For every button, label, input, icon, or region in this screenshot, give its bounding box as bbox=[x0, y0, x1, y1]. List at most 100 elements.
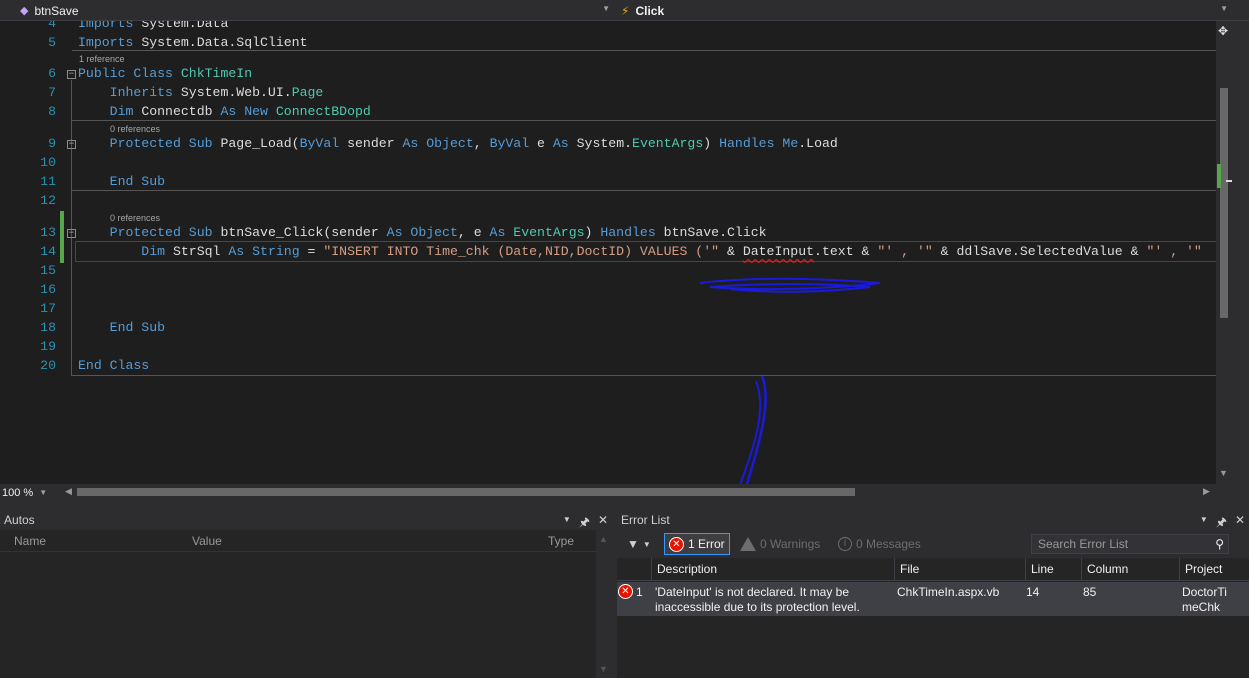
event-dropdown[interactable]: ⚡ Click ▼ bbox=[617, 1, 1232, 20]
line-number: 5 bbox=[48, 35, 56, 50]
code-token: Page bbox=[291, 85, 324, 100]
code-text: Public Class ChkTimeIn bbox=[78, 64, 252, 83]
code-token: As bbox=[386, 225, 403, 240]
zoom-dropdown[interactable]: 100 % ▼ bbox=[2, 485, 47, 500]
code-line[interactable]: 6 Public Class ChkTimeIn bbox=[0, 64, 1216, 83]
col-file[interactable]: File bbox=[894, 558, 1025, 581]
code-line[interactable]: 13 Protected Sub btnSave_Click(sender As… bbox=[0, 223, 1216, 242]
split-window-icon[interactable]: ✥ bbox=[1218, 24, 1228, 38]
error-column: 85 bbox=[1083, 585, 1097, 599]
line-number: 8 bbox=[48, 104, 56, 119]
code-line[interactable]: 18 End Sub bbox=[0, 318, 1216, 337]
error-icon: ✕ bbox=[669, 536, 684, 552]
method-separator bbox=[72, 120, 1216, 121]
code-line[interactable]: 10 bbox=[0, 153, 1216, 172]
error-row[interactable]: ✕ 1 'DateInput' is not declared. It may … bbox=[617, 582, 1249, 616]
scroll-down-arrow-icon[interactable]: ▼ bbox=[599, 664, 608, 674]
collapse-btnsave-icon[interactable]: − bbox=[67, 229, 76, 238]
code-line[interactable]: 20 End Class bbox=[0, 356, 1216, 375]
line-number: 14 bbox=[40, 244, 56, 259]
warnings-toggle-label: 0 Warnings bbox=[760, 537, 821, 551]
collapse-page-load-icon[interactable]: − bbox=[67, 140, 76, 149]
messages-toggle-button[interactable]: i 0 Messages bbox=[834, 533, 925, 555]
error-project: DoctorTi meChk bbox=[1182, 585, 1227, 615]
code-token: String bbox=[252, 244, 300, 259]
code-token: Imports bbox=[78, 21, 134, 31]
vertical-scrollbar[interactable]: ▼ bbox=[1216, 21, 1232, 484]
col-project[interactable]: Project bbox=[1179, 558, 1249, 581]
line-number: 4 bbox=[48, 21, 56, 31]
col-description[interactable]: Description bbox=[651, 558, 894, 581]
horizontal-scroll-thumb[interactable] bbox=[77, 488, 855, 496]
autos-col-value[interactable]: Value bbox=[186, 530, 222, 552]
autos-col-name[interactable]: Name bbox=[8, 530, 46, 552]
code-token: Me bbox=[782, 136, 799, 151]
code-line[interactable]: 16 bbox=[0, 280, 1216, 299]
code-token: e bbox=[529, 136, 553, 151]
error-project-line-2: meChk bbox=[1182, 600, 1221, 614]
scroll-position-marker bbox=[1226, 180, 1232, 182]
code-line[interactable]: 12 bbox=[0, 191, 1216, 210]
code-token: End Sub bbox=[78, 320, 166, 335]
vertical-scroll-thumb[interactable] bbox=[1220, 88, 1228, 318]
error-description-line-2: inaccessible due to its protection level… bbox=[655, 600, 860, 614]
member-dropdown[interactable]: ◆ btnSave ▼ bbox=[0, 1, 614, 20]
code-token: .Load bbox=[798, 136, 838, 151]
code-token: EventArgs bbox=[513, 225, 585, 240]
autos-vertical-scrollbar[interactable]: ▲ ▼ bbox=[596, 530, 612, 678]
filter-button[interactable]: ▼ ▼ bbox=[623, 533, 655, 555]
code-token: System.Data.SqlClient bbox=[133, 35, 308, 50]
editor-status-row: 100 % ▼ ◀ ▶ bbox=[0, 484, 1232, 501]
change-marker bbox=[1217, 164, 1221, 188]
code-token: End Class bbox=[78, 358, 150, 373]
scroll-left-arrow-icon[interactable]: ◀ bbox=[65, 486, 72, 497]
code-line[interactable]: 9 Protected Sub Page_Load(ByVal sender A… bbox=[0, 134, 1216, 153]
error-description-line-1: 'DateInput' is not declared. It may be bbox=[655, 585, 850, 599]
code-editor[interactable]: 4 Imports System.Data 5 Imports System.Data… bbox=[0, 21, 1232, 484]
scroll-up-arrow-icon[interactable]: ▲ bbox=[599, 534, 608, 544]
code-lens-btnsave-references[interactable]: 0 references bbox=[110, 212, 160, 224]
error-list-search-input[interactable]: Search Error List ⚲ bbox=[1031, 534, 1229, 554]
code-token: ) bbox=[703, 136, 720, 151]
code-lens-page-load-references[interactable]: 0 references bbox=[110, 123, 160, 135]
chevron-down-icon: ▼ bbox=[1220, 4, 1228, 13]
code-lens-class-references[interactable]: 1 reference bbox=[79, 53, 125, 65]
search-icon[interactable]: ⚲ bbox=[1215, 535, 1224, 553]
error-index: 1 bbox=[636, 585, 643, 599]
code-line[interactable]: 7 Inherits System.Web.UI.Page bbox=[0, 83, 1216, 102]
search-placeholder: Search Error List bbox=[1038, 537, 1129, 551]
code-line[interactable]: 14 Dim StrSql As String = "INSERT INTO T… bbox=[40, 241, 1217, 262]
code-line[interactable]: 8 Dim Connectdb As New ConnectBDopd bbox=[0, 102, 1216, 121]
warnings-toggle-button[interactable]: 0 Warnings bbox=[736, 533, 824, 555]
autos-col-type[interactable]: Type bbox=[542, 530, 574, 552]
scroll-down-arrow-icon[interactable]: ▼ bbox=[1219, 468, 1228, 478]
errors-toggle-button[interactable]: ✕ 1 Error bbox=[664, 533, 730, 555]
warning-icon bbox=[740, 537, 756, 551]
code-token: Handles bbox=[600, 225, 656, 240]
code-line[interactable]: 15 bbox=[0, 261, 1216, 280]
autos-title: Autos bbox=[4, 513, 35, 527]
code-line[interactable]: 19 bbox=[0, 337, 1216, 356]
line-number: 11 bbox=[40, 174, 56, 189]
autos-title-bar: Autos ▼ 🖈 ✕ bbox=[0, 510, 612, 530]
col-column[interactable]: Column bbox=[1081, 558, 1179, 581]
code-token: btnSave.Click bbox=[655, 225, 767, 240]
code-line[interactable]: 17 bbox=[0, 299, 1216, 318]
chevron-down-icon: ▼ bbox=[642, 539, 651, 549]
code-token: sender bbox=[339, 136, 403, 151]
code-token: & bbox=[719, 244, 743, 259]
scroll-right-arrow-icon[interactable]: ▶ bbox=[1203, 486, 1210, 497]
code-token: Handles bbox=[719, 136, 775, 151]
col-line[interactable]: Line bbox=[1025, 558, 1081, 581]
code-token: Object bbox=[410, 225, 458, 240]
code-line[interactable]: 11 End Sub bbox=[0, 172, 1216, 191]
autos-header: Name Value Type bbox=[0, 530, 596, 552]
code-line[interactable]: 4 Imports System.Data bbox=[0, 21, 1216, 33]
code-token: Dim bbox=[78, 104, 134, 119]
collapse-class-icon[interactable]: − bbox=[67, 70, 76, 79]
error-project-line-1: DoctorTi bbox=[1182, 585, 1227, 599]
line-number: 10 bbox=[40, 155, 56, 170]
chevron-down-icon: ▼ bbox=[39, 488, 48, 497]
code-token: As bbox=[402, 136, 419, 151]
